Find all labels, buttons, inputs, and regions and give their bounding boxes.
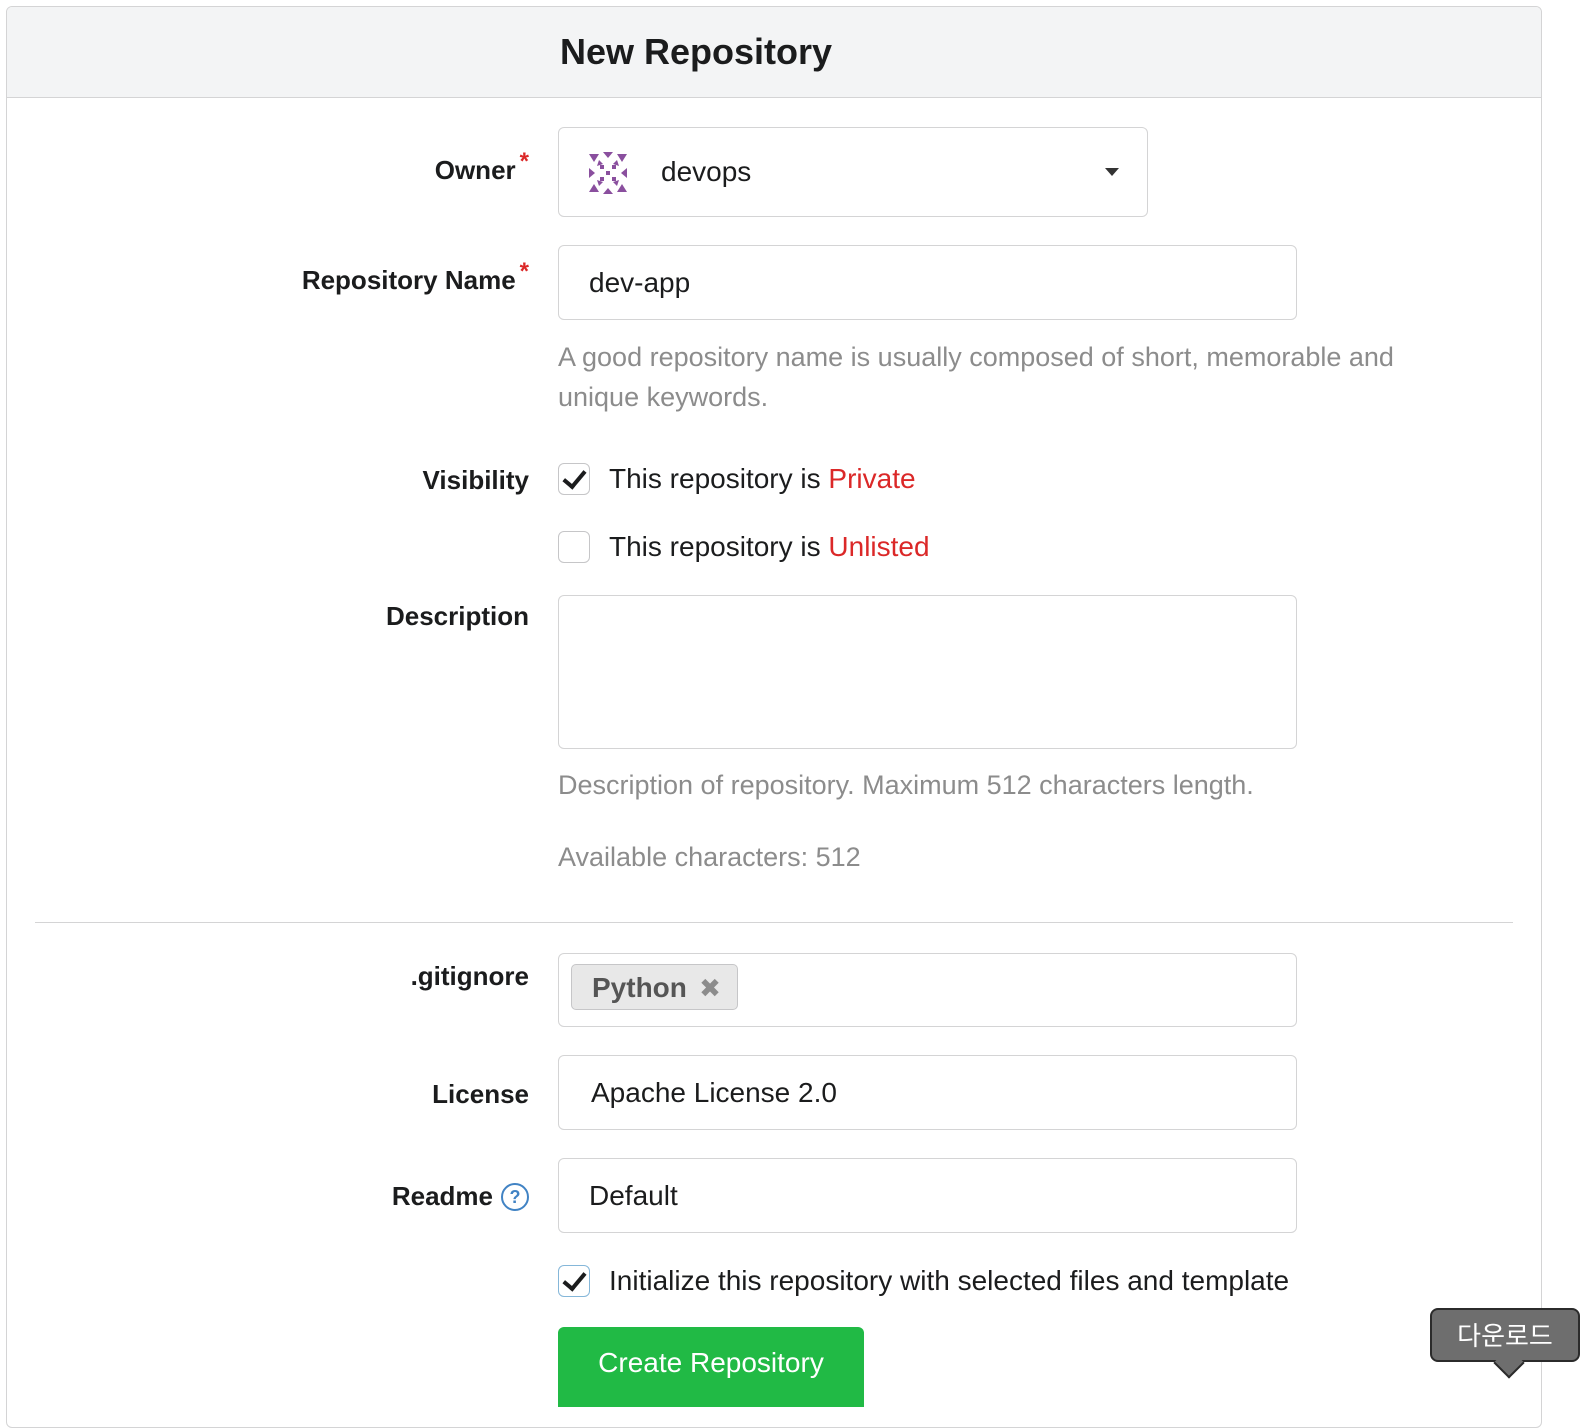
owner-label-text: Owner [434,155,516,185]
init-checkbox[interactable] [558,1265,590,1297]
description-textarea[interactable] [558,595,1297,749]
private-word: Private [828,463,916,494]
private-checkbox[interactable] [558,463,590,495]
private-prefix: This repository is [609,463,829,494]
repo-name-help: A good repository name is usually compos… [558,342,1394,412]
create-repository-button[interactable]: Create Repository [558,1327,864,1407]
gitignore-tag[interactable]: Python ✖ [571,964,738,1010]
unlisted-checkbox[interactable] [558,531,590,563]
readme-dropdown[interactable]: Default [558,1158,1297,1233]
unlisted-word: Unlisted [828,531,930,562]
owner-label: Owner * [434,148,529,186]
unlisted-checkbox-label[interactable]: This repository is Unlisted [609,531,930,563]
init-checkbox-label[interactable]: Initialize this repository with selected… [609,1265,1289,1297]
license-value: Apache License 2.0 [591,1076,837,1108]
readme-label-text: Readme [391,1181,493,1211]
question-circle-icon[interactable]: ? [501,1183,529,1211]
identicon-icon [585,150,631,196]
required-mark: * [519,148,529,175]
repo-name-label: Repository Name * [301,258,529,296]
close-icon[interactable]: ✖ [699,965,721,1011]
gitignore-label: .gitignore [410,961,529,991]
section-divider [35,922,1513,923]
private-checkbox-label[interactable]: This repository is Private [609,463,916,495]
readme-value: Default [589,1179,678,1211]
readme-label: Readme? [392,1181,529,1212]
repo-name-value: dev-app [589,266,691,298]
visibility-label: Visibility [422,465,529,495]
repo-name-input[interactable]: dev-app [558,245,1297,320]
repo-name-label-text: Repository Name [301,265,516,295]
gitignore-multiselect[interactable]: Python ✖ [558,953,1297,1027]
license-dropdown[interactable]: Apache License 2.0 [558,1055,1297,1130]
available-characters: Available characters: 512 [558,842,861,872]
gitignore-tag-label: Python [592,972,687,1003]
license-label: License [432,1079,529,1109]
page-title: New Repository [560,31,833,72]
description-help: Description of repository. Maximum 512 c… [558,770,1254,800]
form-header: New Repository [7,7,1541,98]
caret-down-icon [1105,168,1119,176]
download-tooltip: 다운로드 [1430,1308,1580,1362]
new-repository-form: New Repository Owner * devops Repository… [6,6,1542,1428]
unlisted-prefix: This repository is [609,531,829,562]
required-mark: * [519,258,529,285]
description-label: Description [385,601,529,631]
owner-dropdown[interactable]: devops [558,127,1148,217]
owner-value: devops [661,156,752,187]
